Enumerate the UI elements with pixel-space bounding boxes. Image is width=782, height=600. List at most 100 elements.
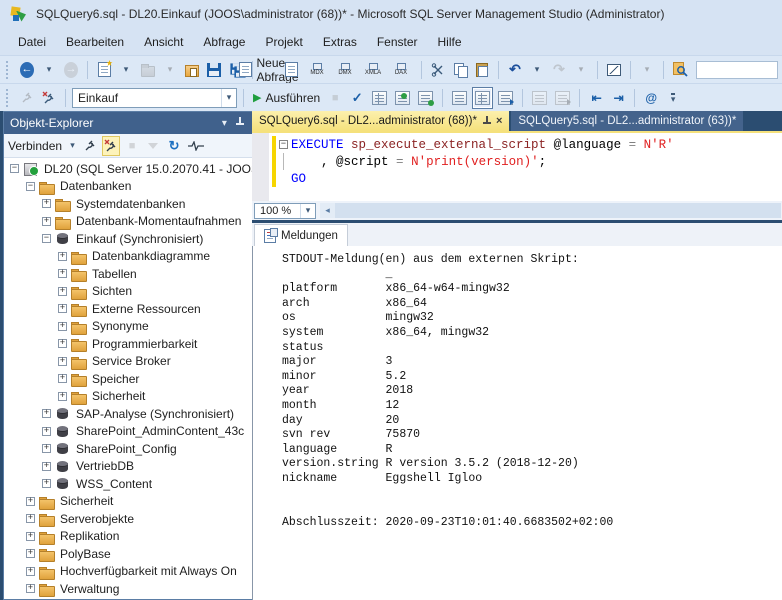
copy-button[interactable] — [450, 59, 470, 81]
expand-icon[interactable]: + — [58, 251, 67, 261]
zoom-selector[interactable]: 100 % ▾ — [254, 202, 316, 219]
tree-item[interactable]: + Replikation — [4, 528, 270, 546]
expand-icon[interactable]: + — [26, 514, 35, 524]
expand-icon[interactable]: + — [42, 426, 51, 436]
expand-icon[interactable]: + — [58, 304, 67, 314]
redo-button[interactable]: ↷ — [549, 59, 569, 81]
change-connection-button[interactable] — [39, 87, 59, 109]
menu-item-bearbeiten[interactable]: Bearbeiten — [56, 31, 134, 53]
new-mdx-query-button[interactable]: MDX — [303, 59, 331, 81]
results-to-grid-button[interactable] — [472, 86, 494, 109]
new-project-dropdown[interactable]: ▾ — [116, 59, 136, 81]
tree-item[interactable]: + SharePoint_AdminContent_43c — [4, 423, 270, 441]
menu-item-ansicht[interactable]: Ansicht — [134, 31, 193, 53]
live-query-stats-button[interactable] — [415, 87, 436, 109]
tree-item[interactable]: + Speicher — [4, 370, 270, 388]
expand-icon[interactable]: + — [42, 461, 51, 471]
tree-item[interactable]: + Sichten — [4, 283, 270, 301]
close-tab-icon[interactable]: × — [496, 115, 502, 127]
tree-item[interactable]: + Sicherheit — [4, 493, 270, 511]
tree-item[interactable]: + PolyBase — [4, 545, 270, 563]
tree-item[interactable]: + VertriebDB — [4, 458, 270, 476]
horizontal-scrollbar[interactable]: ◂ — [320, 203, 781, 218]
undo-dropdown[interactable]: ▾ — [527, 59, 547, 81]
indicator-margin[interactable] — [252, 133, 269, 201]
expand-icon[interactable]: + — [42, 216, 51, 226]
tree-item[interactable]: + SAP-Analyse (Synchronisiert) — [4, 405, 270, 423]
add-to-source-control-button[interactable] — [182, 59, 202, 81]
cancel-query-button[interactable]: ■ — [325, 87, 345, 109]
expand-icon[interactable]: + — [42, 444, 51, 454]
display-estimated-plan-button[interactable] — [369, 87, 390, 109]
expand-icon[interactable]: + — [42, 199, 51, 209]
auto-hide-pin-button[interactable] — [232, 116, 248, 130]
new-project-button[interactable] — [94, 59, 114, 81]
tree-item[interactable]: + Hochverfügbarkeit mit Always On — [4, 563, 270, 581]
document-tab-1[interactable]: SQLQuery6.sql - DL2...administrator (68)… — [252, 111, 510, 131]
tree-item[interactable]: + SharePoint_Config — [4, 440, 270, 458]
activity-monitor-button[interactable] — [186, 136, 206, 156]
expand-icon[interactable]: + — [26, 584, 35, 594]
filter-button[interactable] — [144, 136, 162, 156]
expand-icon[interactable]: + — [58, 286, 67, 296]
menu-item-projekt[interactable]: Projekt — [255, 31, 312, 53]
tree-item[interactable]: + Programmierbarkeit — [4, 335, 270, 353]
tree-item[interactable]: + WSS_Content — [4, 475, 270, 493]
tree-item[interactable]: + Systemdatenbanken — [4, 195, 270, 213]
refresh-button[interactable]: ↻ — [165, 136, 183, 156]
paste-button[interactable] — [472, 59, 492, 81]
collapse-region-icon[interactable]: − — [279, 140, 288, 149]
stop-object-button[interactable]: ■ — [123, 136, 141, 156]
tree-item[interactable]: + Verwaltung — [4, 580, 270, 598]
sql-code-editor[interactable]: − EXECUTE sp_execute_external_script @lan… — [252, 133, 782, 201]
tree-item[interactable]: + Sicherheit — [4, 388, 270, 406]
toolbar1-overflow-dropdown[interactable]: ▾ — [637, 59, 657, 81]
toolbar2-overflow-dropdown[interactable]: ▾ — [663, 87, 683, 109]
tree-item[interactable]: + Service Broker — [4, 353, 270, 371]
database-selector[interactable]: Einkauf ▾ — [72, 87, 237, 108]
scroll-left-arrow-icon[interactable]: ◂ — [320, 203, 335, 218]
new-dax-query-button[interactable]: DAX — [387, 59, 415, 81]
pin-tab-icon[interactable] — [482, 116, 491, 126]
tree-item[interactable]: − DL20 (SQL Server 15.0.2070.41 - JOOS\A — [4, 160, 270, 178]
expand-icon[interactable]: + — [58, 321, 67, 331]
parse-button[interactable]: ✓ — [347, 87, 367, 109]
menu-item-datei[interactable]: Datei — [8, 31, 56, 53]
navigate-back-button[interactable]: ← — [17, 59, 37, 81]
cut-button[interactable] — [428, 59, 448, 81]
open-file-button[interactable] — [138, 59, 158, 81]
results-to-file-button[interactable] — [495, 87, 516, 109]
expand-icon[interactable]: + — [58, 374, 67, 384]
connect-button[interactable] — [17, 87, 37, 109]
decrease-indent-button[interactable]: ⇤ — [586, 87, 606, 109]
selection-mode-button[interactable] — [604, 59, 624, 81]
new-dmx-query-button[interactable]: DMX — [331, 59, 359, 81]
tree-item[interactable]: + Datenbankdiagramme — [4, 248, 270, 266]
expand-icon[interactable]: + — [26, 496, 35, 506]
expand-icon[interactable]: + — [26, 531, 35, 541]
toolbar-grip[interactable] — [6, 60, 11, 79]
save-button[interactable] — [204, 59, 224, 81]
window-position-dropdown[interactable]: ▾ — [216, 118, 232, 129]
navigate-forward-button[interactable]: → — [61, 59, 81, 81]
menu-item-abfrage[interactable]: Abfrage — [193, 31, 255, 53]
find-button[interactable] — [670, 59, 690, 81]
tree-item[interactable]: − Datenbanken — [4, 178, 270, 196]
open-file-dropdown[interactable]: ▾ — [160, 59, 180, 81]
collapse-icon[interactable]: − — [42, 234, 51, 244]
connect-object-button[interactable] — [81, 136, 99, 156]
tab-meldungen[interactable]: Meldungen — [254, 224, 348, 246]
tree-item[interactable]: − Einkauf (Synchronisiert) — [4, 230, 270, 248]
code-line[interactable]: GO — [269, 170, 782, 187]
expand-icon[interactable]: + — [26, 549, 35, 559]
expand-icon[interactable]: + — [58, 339, 67, 349]
increase-indent-button[interactable]: ⇥ — [608, 87, 628, 109]
tree-item[interactable]: + Synonyme — [4, 318, 270, 336]
code-line[interactable]: − EXECUTE sp_execute_external_script @lan… — [269, 136, 782, 153]
expand-icon[interactable]: + — [58, 356, 67, 366]
expand-icon[interactable]: + — [26, 566, 35, 576]
expand-icon[interactable]: + — [42, 409, 51, 419]
new-query-button[interactable]: Neue Abfrage — [239, 56, 299, 84]
menu-item-fenster[interactable]: Fenster — [367, 31, 428, 53]
new-xmla-query-button[interactable]: XMLA — [359, 59, 387, 81]
